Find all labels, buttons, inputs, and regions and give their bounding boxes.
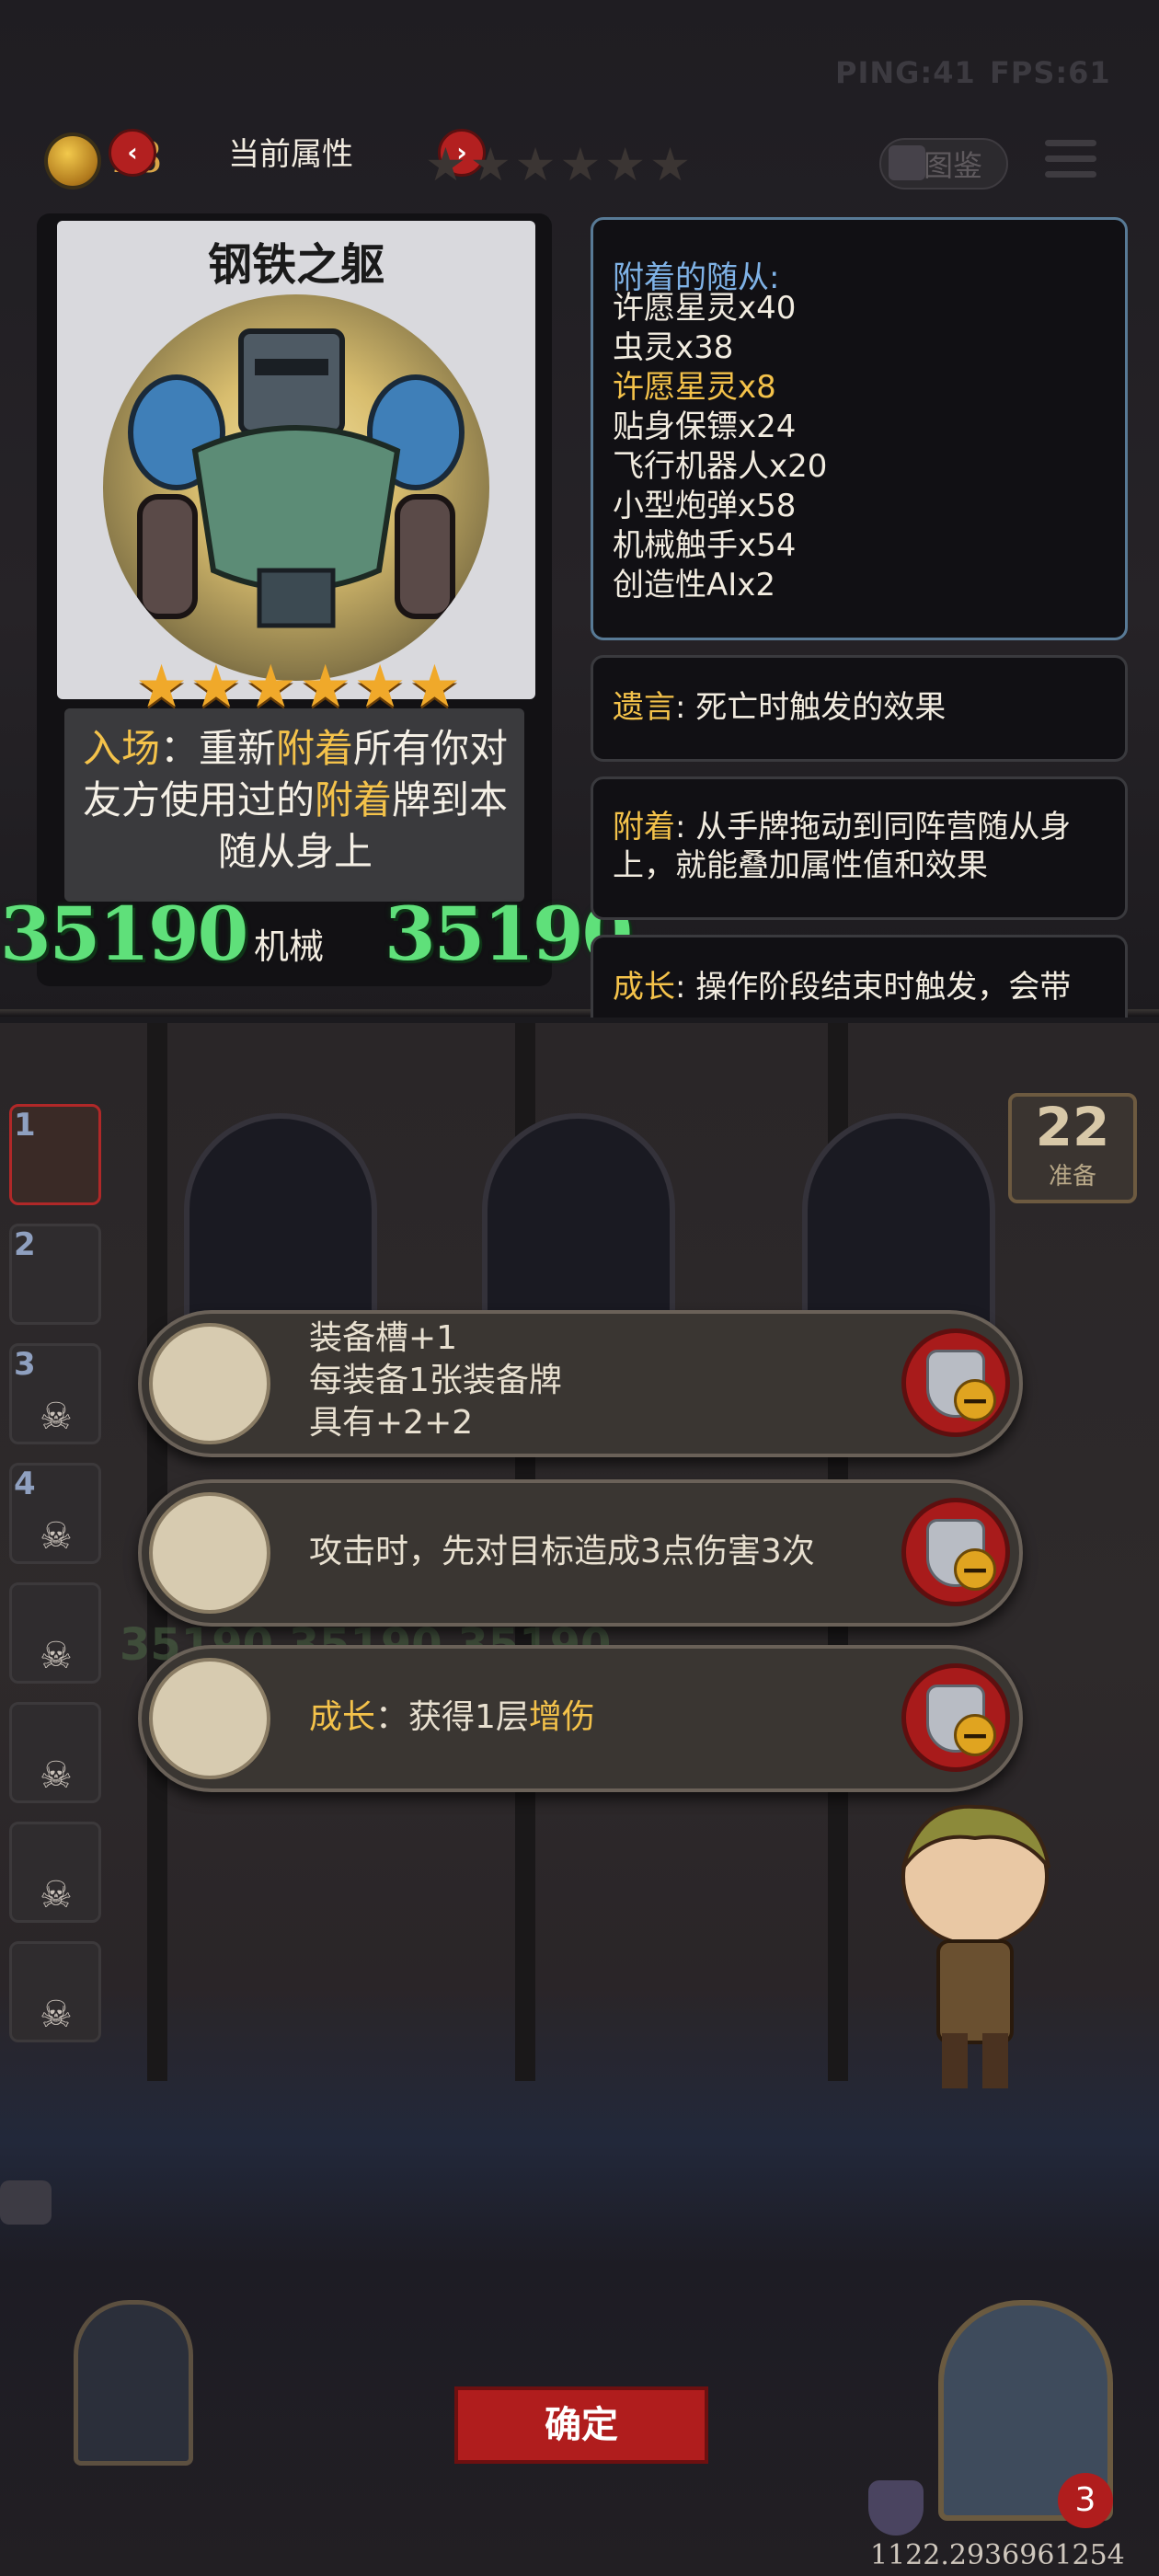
desc-keyword: 入场 [82,726,160,771]
skull-icon: ☠ [40,1994,73,2036]
keyword-attach: 附着: 从手牌拖动到同阵营随从身上，就能叠加属性值和效果 [613,809,1072,884]
spiked-armor-icon [149,1323,270,1444]
attached-item: 许愿星灵x40 [613,290,797,327]
lives-badge: 3 [1058,2473,1113,2528]
remove-button[interactable]: − [901,1663,1010,1772]
enchant-option-text: 装备槽+1 每装备1张装备牌 具有+2+2 [309,1319,562,1442]
roster-slot[interactable]: ☠ [9,1941,101,2042]
hero-character[interactable] [883,1794,1067,2107]
shield-icon [868,2480,924,2536]
roster-slot[interactable]: 4 ☠ [9,1463,101,1564]
roster-slot[interactable]: 2 [9,1224,101,1325]
attached-item: 飞行机器人x20 [613,448,828,485]
roster-slot[interactable]: 1 [9,1104,101,1205]
roster-slot[interactable]: ☠ [9,1582,101,1684]
attached-item: 贴身保镖x24 [613,408,797,445]
attached-item: 创造性AIx2 [613,567,776,604]
roster-slot[interactable]: 3 ☠ [9,1343,101,1444]
ping-readout: PING:41 [835,55,976,90]
keyword-growth: 成长: 操作阶段结束时触发，会带 [613,969,1072,1006]
attached-item: 许愿星灵x8 [613,369,776,406]
fps-readout: FPS:61 [990,55,1111,90]
card-description: 入场：重新附着所有你对友方使用过的附着牌到本随从身上 [70,723,521,878]
robot-icon [128,328,465,628]
card-tribe: 机械 [254,926,325,967]
keyword-deathrattle: 遗言: 死亡时触发的效果 [613,689,947,726]
remove-button[interactable]: − [901,1498,1010,1606]
enchant-option-text: 攻击时，先对目标造成3点伤害3次 [309,1533,815,1570]
enchant-option-slot[interactable] [138,1310,1023,1457]
desc-keyword: 附着 [276,726,354,771]
roster-slot[interactable]: ☠ [9,1822,101,1923]
rating-stars: ★★★★★★ [425,138,694,191]
card-name: 钢铁之躯 [207,239,384,291]
gauntlet-icon [149,1492,270,1614]
roster-slot[interactable]: ☠ [9,1702,101,1803]
opponent-portrait[interactable] [74,2300,193,2466]
skull-icon: ☠ [40,1515,73,1558]
attached-item: 小型炮弹x58 [613,488,797,524]
menu-icon[interactable] [1045,140,1096,191]
enchant-option-text: 成长：获得1层增伤 [309,1698,595,1736]
book-icon [889,145,925,180]
chat-icon[interactable] [0,2180,52,2225]
attached-item: 机械触手x54 [613,527,797,564]
attached-item: 虫灵x38 [613,329,734,366]
skull-icon: ☠ [40,1396,73,1438]
panel-title: 当前属性 [228,136,353,173]
round-counter: 22 准备 [1008,1093,1137,1203]
remove-button[interactable]: − [901,1328,1010,1437]
attack-value: 35190 [0,891,248,977]
confirm-button[interactable]: 确定 [454,2386,708,2464]
skull-icon: ☠ [40,1754,73,1797]
coin-icon [48,136,98,186]
crystal-icon [149,1658,270,1779]
skull-icon: ☠ [40,1635,73,1677]
attached-list: 许愿星灵x40 虫灵x38 许愿星灵x8 贴身保镖x24 飞行机器人x20 小型炮弹x58… [613,289,827,605]
desc-keyword: 附着 [314,777,392,822]
skull-icon: ☠ [40,1874,73,1916]
prev-arrow-button[interactable]: ‹ [109,129,156,177]
robot-portrait [103,294,489,681]
coordinate-readout: 1122.2936961254 [870,2539,1125,2571]
desc-text: ：重新 [159,726,276,771]
